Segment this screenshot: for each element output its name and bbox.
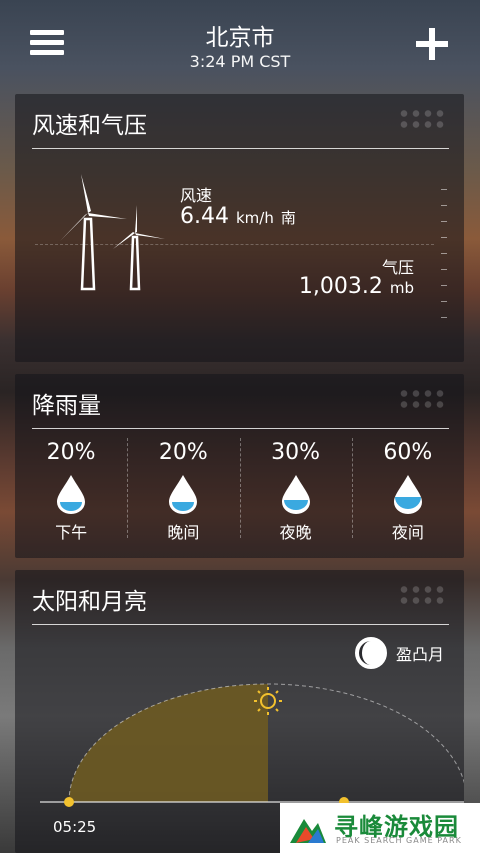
moon-icon: [354, 637, 387, 669]
divider: [35, 244, 434, 245]
precip-percent: 20%: [158, 440, 208, 465]
pressure-number: 1,003.2: [298, 274, 383, 299]
sunrise-dot: [64, 797, 74, 807]
moon-phase-label: 盈凸月: [395, 645, 444, 664]
pressure-scale: [441, 189, 449, 319]
precip-time-label: 下午: [55, 523, 88, 542]
divider: [32, 624, 449, 625]
watermark-subtitle: PEAK SEARCH GAME PARK: [336, 836, 462, 845]
precip-item: 60% 夜间: [351, 434, 464, 549]
wind-pressure-card: 风速和气压 风速 6.44 km/h 南 气压 1,003.2 mb: [15, 94, 464, 362]
wind-speed-unit: km/h: [235, 209, 274, 227]
raindrop-icon: [281, 475, 310, 514]
drag-handle-icon[interactable]: [398, 388, 446, 410]
watermark-logo: 寻峰游戏园 PEAK SEARCH GAME PARK: [280, 803, 480, 853]
pressure-value: 1,003.2 mb: [299, 274, 414, 299]
precip-time-label: 晚间: [167, 523, 200, 542]
precipitation-card: 降雨量 20% 下午 20% 晚间 30% 夜晚 60% 夜间: [15, 374, 464, 558]
sunrise-time: 05:25: [53, 818, 97, 836]
raindrop-icon: [169, 475, 198, 514]
peak-logo-icon: [290, 819, 326, 843]
precip-item: 30% 夜晚: [239, 434, 352, 549]
divider: [32, 148, 449, 149]
precip-time-label: 夜晚: [279, 523, 312, 542]
city-name[interactable]: 北京市: [0, 18, 480, 52]
card-title: 降雨量: [32, 393, 101, 419]
precip-item: 20% 晚间: [127, 434, 239, 549]
app-header: 北京市 3:24 PM CST: [0, 0, 480, 84]
card-title: 风速和气压: [32, 113, 147, 139]
raindrop-icon: [57, 475, 86, 514]
add-location-icon[interactable]: [416, 28, 448, 60]
precip-item: 20% 下午: [15, 434, 127, 549]
local-time: 3:24 PM CST: [189, 52, 291, 71]
sun-path-daylight: [69, 684, 268, 802]
wind-direction: 南: [280, 209, 296, 227]
wind-turbine-icon: [60, 174, 165, 291]
wind-speed-label: 风速: [180, 186, 213, 205]
pressure-unit: mb: [389, 279, 414, 297]
drag-handle-icon[interactable]: [398, 108, 446, 130]
moon-phase: 盈凸月: [354, 636, 444, 670]
precip-time-label: 夜间: [391, 523, 424, 542]
divider: [32, 428, 449, 429]
raindrop-icon: [393, 475, 422, 514]
wind-speed-number: 6.44: [180, 204, 229, 229]
precipitation-row: 20% 下午 20% 晚间 30% 夜晚 60% 夜间: [15, 434, 464, 549]
drag-handle-icon[interactable]: [398, 584, 446, 606]
precip-percent: 60%: [383, 440, 433, 465]
precip-percent: 30%: [271, 440, 321, 465]
wind-speed-value: 6.44 km/h 南: [180, 204, 296, 229]
precip-percent: 20%: [46, 440, 96, 465]
card-title: 太阳和月亮: [32, 589, 147, 615]
